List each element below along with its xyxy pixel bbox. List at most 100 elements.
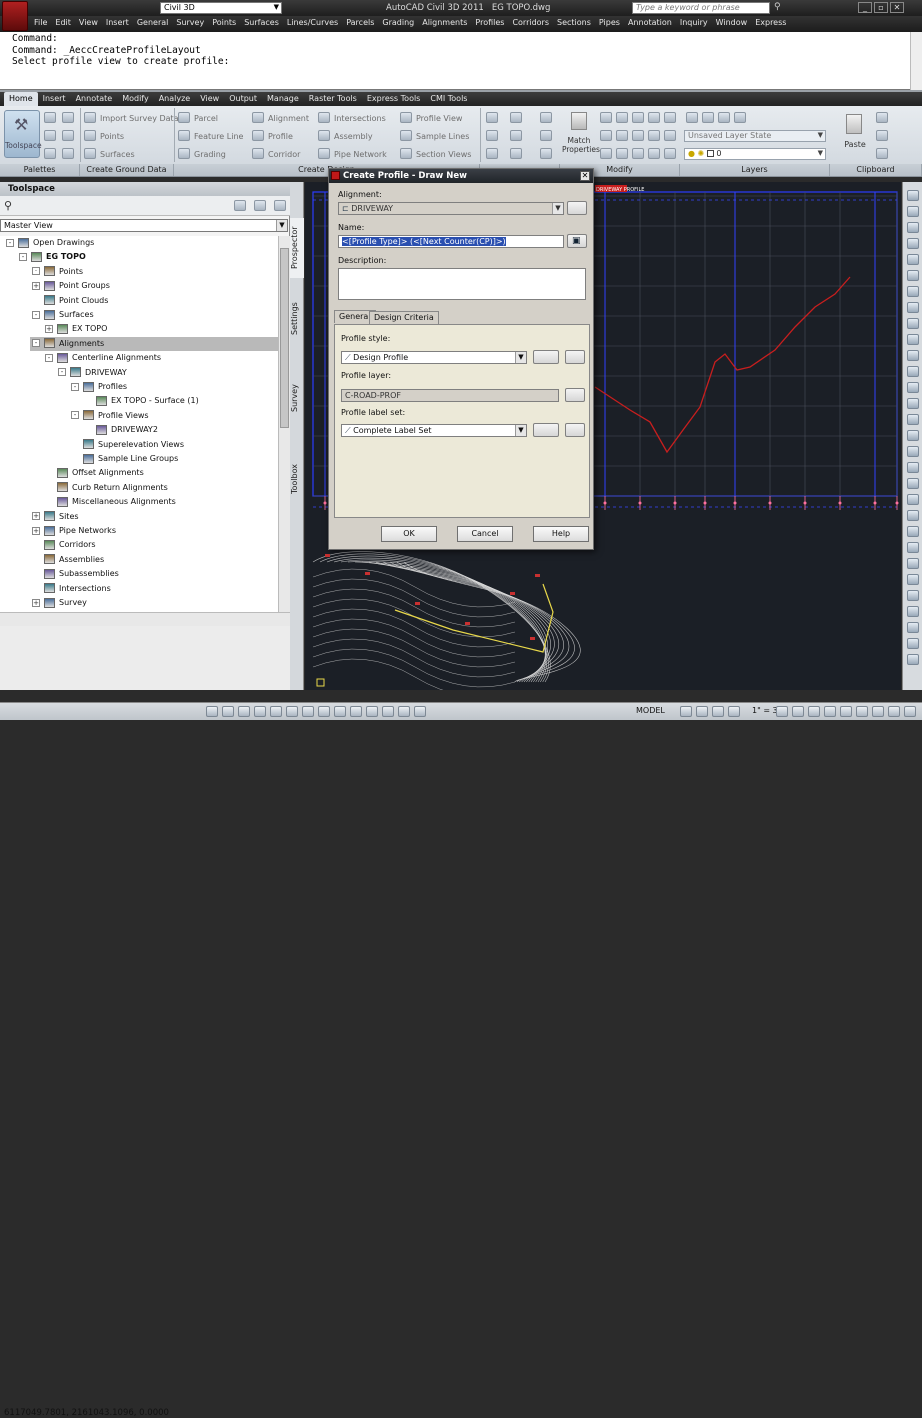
import-survey-button[interactable]: Import Survey Data: [100, 114, 179, 123]
status-toggle-icon[interactable]: [222, 706, 234, 717]
tree-item[interactable]: + Point Groups: [32, 279, 110, 293]
menu-parcels[interactable]: Parcels: [342, 16, 378, 27]
tree-item[interactable]: - Surfaces: [32, 308, 94, 322]
status-toggle-icon[interactable]: [414, 706, 426, 717]
prospector-tree[interactable]: - Open Drawings - EG TOPO · Points + Point Grou…: [0, 236, 278, 626]
match-properties-button[interactable]: Match Properties: [562, 110, 600, 158]
magnifier-icon[interactable]: ⚲: [4, 199, 12, 212]
collapse-icon[interactable]: -: [6, 238, 14, 247]
paste-button[interactable]: Paste: [840, 110, 870, 158]
scale-icon[interactable]: [648, 130, 660, 141]
copy-clip-icon[interactable]: [876, 130, 888, 141]
tab-analyze[interactable]: Analyze: [154, 92, 196, 106]
tree-item[interactable]: - DRIVEWAY: [58, 366, 127, 380]
expand-icon[interactable]: +: [32, 512, 40, 521]
help-button[interactable]: Help: [533, 526, 589, 542]
right-tool-icon[interactable]: [907, 414, 919, 425]
assembly-button[interactable]: Assembly: [334, 132, 373, 141]
menu-general[interactable]: General: [133, 16, 173, 27]
status-tray-icon[interactable]: [808, 706, 820, 717]
tab-settings[interactable]: Settings: [290, 294, 304, 344]
master-view-dropdown[interactable]: Master View ▼: [0, 219, 288, 232]
menu-express[interactable]: Express: [751, 16, 790, 27]
sample-lines-button[interactable]: Sample Lines: [416, 132, 469, 141]
tree-item[interactable]: Offset Alignments: [45, 466, 144, 480]
pipe-network-button[interactable]: Pipe Network: [334, 150, 387, 159]
profile-button[interactable]: Profile: [268, 132, 293, 141]
status-tray-icon[interactable]: [888, 706, 900, 717]
tree-item[interactable]: Intersections: [32, 582, 111, 596]
expand-icon[interactable]: +: [32, 526, 40, 535]
tree-item[interactable]: + Sites: [32, 510, 79, 524]
menu-lines-curves[interactable]: Lines/Curves: [283, 16, 342, 27]
right-tool-icon[interactable]: [907, 558, 919, 569]
right-tool-icon[interactable]: [907, 318, 919, 329]
explode-icon[interactable]: [600, 148, 612, 159]
right-tool-icon[interactable]: [907, 190, 919, 201]
undo-icon[interactable]: [540, 112, 552, 123]
profile-layer-button[interactable]: [565, 388, 585, 402]
tree-item[interactable]: - EG TOPO: [19, 250, 86, 264]
pick-alignment-button[interactable]: [567, 201, 587, 215]
tree-item[interactable]: Curb Return Alignments: [45, 481, 168, 495]
status-tray-icon[interactable]: [712, 706, 724, 717]
right-tool-icon[interactable]: [907, 382, 919, 393]
tab-design-criteria[interactable]: Design Criteria: [369, 311, 439, 324]
menu-corridors[interactable]: Corridors: [508, 16, 553, 27]
name-input[interactable]: <[Profile Type]> (<[Next Counter(CP)]>): [338, 235, 564, 248]
scroll-thumb[interactable]: [280, 248, 289, 428]
array-icon[interactable]: [616, 130, 628, 141]
menu-annotation[interactable]: Annotation: [624, 16, 676, 27]
collapse-icon[interactable]: -: [45, 353, 53, 362]
right-tool-icon[interactable]: [907, 430, 919, 441]
status-toggle-icon[interactable]: [270, 706, 282, 717]
menu-insert[interactable]: Insert: [102, 16, 133, 27]
extend-icon[interactable]: [664, 148, 676, 159]
tab-output[interactable]: Output: [224, 92, 262, 106]
fillet-icon[interactable]: [600, 130, 612, 141]
status-toggle-icon[interactable]: [206, 706, 218, 717]
toolspace-tool-1[interactable]: [234, 200, 246, 211]
workspace-dropdown[interactable]: Civil 3D ▼: [160, 2, 282, 14]
chamfer-icon[interactable]: [648, 148, 660, 159]
status-tray-icon[interactable]: [824, 706, 836, 717]
right-tool-icon[interactable]: [907, 478, 919, 489]
tree-item[interactable]: + EX TOPO: [45, 322, 107, 336]
status-toggle-icon[interactable]: [334, 706, 346, 717]
move-icon[interactable]: [600, 112, 612, 123]
menu-pipes[interactable]: Pipes: [595, 16, 624, 27]
collapse-icon[interactable]: -: [32, 339, 40, 348]
right-tool-icon[interactable]: [907, 462, 919, 473]
tree-item[interactable]: - Open Drawings: [6, 236, 94, 250]
cancel-button[interactable]: Cancel: [457, 526, 513, 542]
tab-insert[interactable]: Insert: [38, 92, 71, 106]
collapse-icon[interactable]: -: [71, 382, 79, 391]
collapse-icon[interactable]: -: [32, 310, 40, 319]
collapse-icon[interactable]: -: [71, 411, 79, 420]
tab-express-tools[interactable]: Express Tools: [362, 92, 426, 106]
layer-lock-icon[interactable]: [734, 112, 746, 123]
redo-icon[interactable]: [540, 130, 552, 141]
draw-polyline-icon[interactable]: [510, 112, 522, 123]
alignment-button[interactable]: Alignment: [268, 114, 309, 123]
tree-item[interactable]: Miscellaneous Alignments: [45, 495, 176, 509]
status-toggle-icon[interactable]: [350, 706, 362, 717]
tree-item[interactable]: Superelevation Views: [71, 438, 184, 452]
profile-view-button[interactable]: Profile View: [416, 114, 462, 123]
join-icon[interactable]: [616, 148, 628, 159]
right-tool-icon[interactable]: [907, 526, 919, 537]
panel-palettes[interactable]: Palettes: [0, 164, 80, 176]
expand-icon[interactable]: +: [32, 598, 40, 607]
tab-survey[interactable]: Survey: [290, 378, 304, 418]
tree-item[interactable]: · Points: [32, 265, 83, 279]
menu-file[interactable]: File: [30, 16, 51, 27]
status-toggle-icon[interactable]: [318, 706, 330, 717]
tree-vertical-scrollbar[interactable]: [278, 236, 290, 626]
status-tray-icon[interactable]: [776, 706, 788, 717]
model-toggle[interactable]: MODEL: [636, 706, 665, 715]
command-line[interactable]: Command: Command: _AeccCreateProfileLayo…: [0, 32, 922, 90]
draw-hatch-icon[interactable]: [486, 148, 498, 159]
draw-rectangle-icon[interactable]: [510, 148, 522, 159]
break-icon[interactable]: [632, 148, 644, 159]
status-toggle-icon[interactable]: [382, 706, 394, 717]
